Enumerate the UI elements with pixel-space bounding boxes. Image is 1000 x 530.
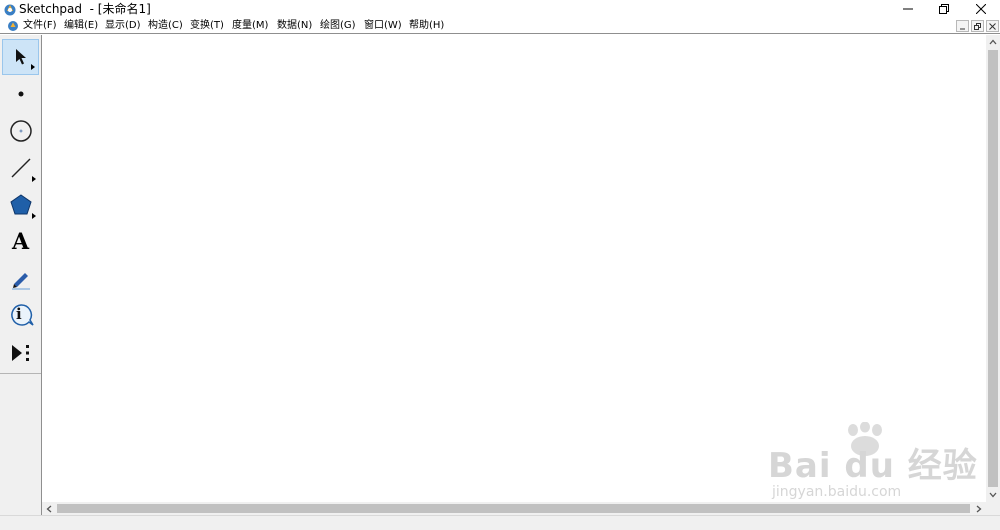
tool-menu-indicator [32,176,36,182]
sketchpad-app-icon [4,4,16,16]
doc-restore-button[interactable] [971,20,984,32]
info-glyph: i [16,305,22,323]
menu-display[interactable]: 显示(D) [105,19,141,33]
document-icon[interactable] [7,20,19,32]
polygon-tool[interactable] [2,187,39,223]
point-tool[interactable] [2,76,39,112]
chevron-down-icon [989,492,997,498]
scroll-down-button[interactable] [986,488,1000,502]
play-dots-icon [11,345,29,361]
chevron-up-icon [989,39,997,45]
menu-file[interactable]: 文件(F) [23,19,57,33]
menu-transform[interactable]: 变换(T) [190,19,224,33]
scroll-up-button[interactable] [986,35,1000,49]
selection-arrow-tool[interactable] [2,39,39,75]
arrow-icon [15,49,26,65]
restore-icon [974,22,981,30]
text-tool[interactable]: A [2,224,39,260]
line-icon [11,158,30,178]
vertical-scrollbar[interactable] [986,35,1000,502]
close-icon [989,22,996,30]
close-button[interactable] [963,0,999,18]
text-a-icon: A [11,229,30,255]
restore-icon [939,4,949,14]
menu-measure[interactable]: 度量(M) [232,19,268,33]
scrollbar-corner [986,502,1000,515]
circle-icon [9,120,32,142]
menu-edit[interactable]: 编辑(E) [64,19,98,33]
marker-tool[interactable] [2,261,39,297]
point-icon [18,91,23,97]
window-title: Sketchpad - [未命名1] [19,2,151,16]
straightedge-tool[interactable] [2,150,39,186]
status-bar [0,515,1000,530]
tool-menu-indicator [31,64,35,70]
scroll-left-button[interactable] [42,502,56,515]
restore-button[interactable] [926,0,962,18]
chevron-left-icon [46,505,52,512]
doc-minimize-button[interactable] [956,20,969,32]
menu-graph[interactable]: 绘图(G) [320,19,356,33]
custom-tool[interactable] [2,335,39,371]
menu-bar: 文件(F) 编辑(E) 显示(D) 构造(C) 变换(T) 度量(M) 数据(N… [0,18,1000,34]
vertical-scroll-thumb[interactable] [988,50,998,487]
information-tool[interactable]: i [2,298,39,334]
pentagon-icon [9,194,32,215]
doc-close-button[interactable] [986,20,999,32]
sketch-canvas[interactable] [42,35,986,502]
close-icon [976,4,986,14]
toolbox: A i [0,35,42,517]
pen-icon [11,273,30,290]
menu-construct[interactable]: 构造(C) [148,19,183,33]
minimize-icon [960,28,965,29]
toolbox-divider [0,373,41,374]
minimize-button[interactable] [890,0,926,18]
horizontal-scroll-thumb[interactable] [57,504,970,513]
minimize-icon [903,8,913,10]
menu-window[interactable]: 窗口(W) [364,19,402,33]
title-bar: Sketchpad - [未命名1] [0,0,1000,18]
chevron-right-icon [976,505,982,512]
horizontal-scrollbar[interactable] [42,502,986,515]
menu-number[interactable]: 数据(N) [277,19,312,33]
tool-menu-indicator [32,213,36,219]
menu-help[interactable]: 帮助(H) [409,19,444,33]
compass-tool[interactable] [2,113,39,149]
scroll-right-button[interactable] [972,502,986,515]
